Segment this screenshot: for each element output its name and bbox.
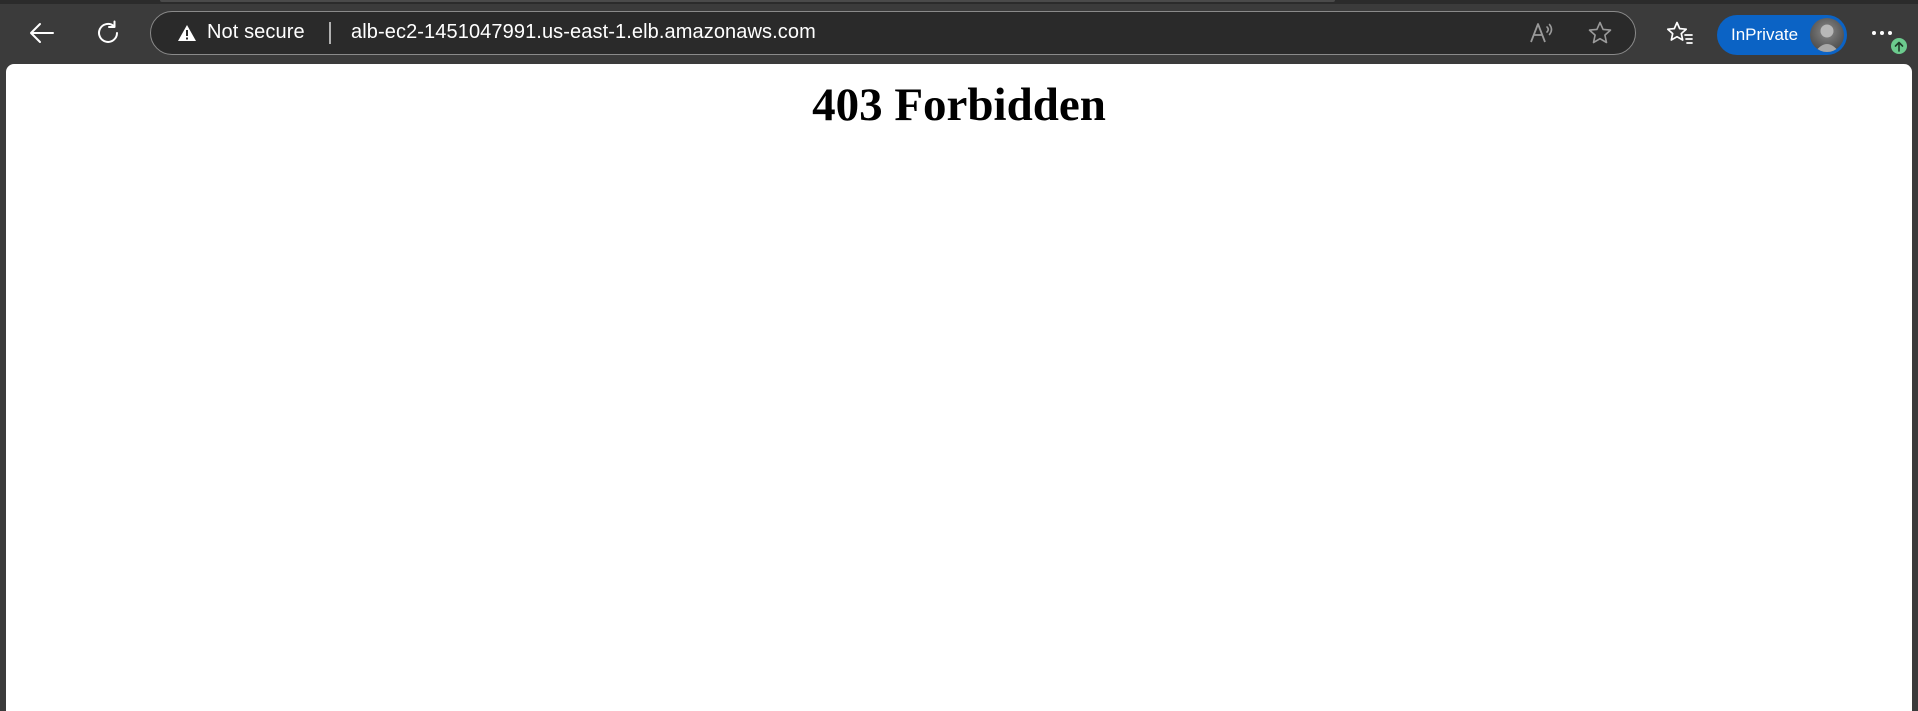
favorites-icon — [1666, 21, 1693, 44]
url-text[interactable]: alb-ec2-1451047991.us-east-1.elb.amazona… — [351, 12, 816, 53]
address-divider — [329, 22, 331, 44]
tab-strip-segment — [160, 0, 1335, 2]
update-arrow-icon — [1894, 41, 1904, 52]
favorites-button[interactable] — [1660, 13, 1700, 53]
update-badge[interactable] — [1891, 38, 1907, 54]
error-heading: 403 Forbidden — [812, 79, 1106, 131]
read-aloud-button[interactable] — [1525, 16, 1559, 50]
warning-triangle-icon — [178, 24, 196, 41]
browser-toolbar: Not secure alb-ec2-1451047991.us-east-1.… — [0, 4, 1918, 60]
back-button[interactable] — [22, 13, 62, 53]
site-security-indicator[interactable]: Not secure — [177, 12, 305, 53]
star-icon — [1588, 21, 1612, 44]
page-content: 403 Forbidden — [6, 64, 1912, 711]
refresh-icon — [98, 20, 118, 43]
more-icon — [1872, 31, 1892, 35]
refresh-button[interactable] — [88, 13, 128, 53]
security-label: Not secure — [207, 21, 305, 43]
read-aloud-icon — [1530, 23, 1553, 43]
avatar-icon — [1810, 18, 1844, 52]
inprivate-profile-button[interactable]: InPrivate — [1717, 15, 1847, 55]
inprivate-label: InPrivate — [1731, 25, 1799, 44]
back-arrow-icon — [30, 23, 54, 43]
address-bar[interactable]: Not secure alb-ec2-1451047991.us-east-1.… — [150, 11, 1636, 55]
add-favorite-button[interactable] — [1583, 16, 1617, 50]
